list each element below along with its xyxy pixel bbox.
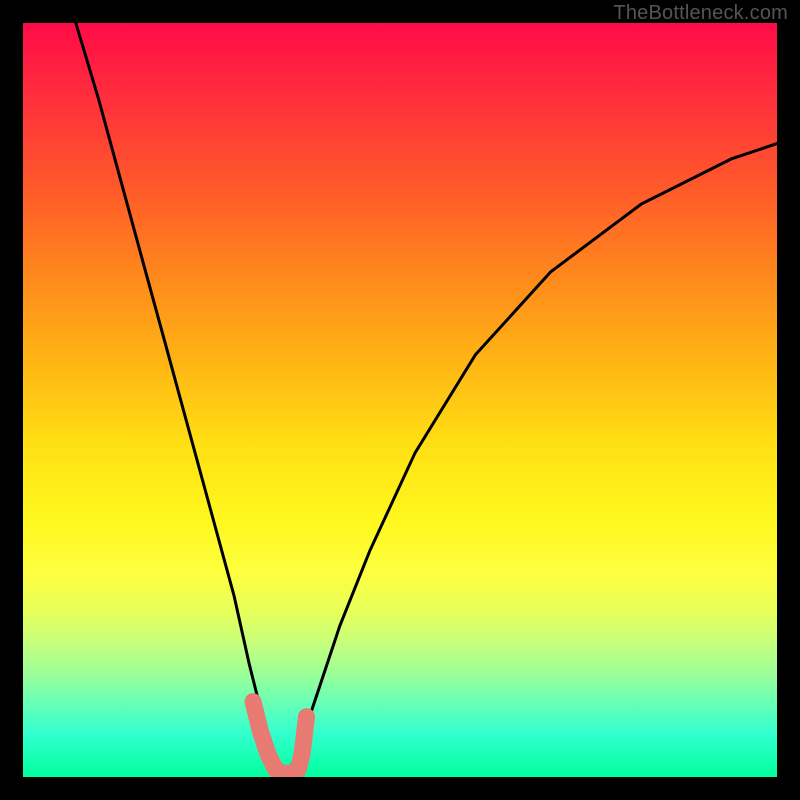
curve-svg (23, 23, 777, 777)
plot-area (23, 23, 777, 777)
highlight-segment (253, 702, 307, 774)
watermark-text: TheBottleneck.com (613, 2, 788, 25)
chart-frame: TheBottleneck.com (0, 0, 800, 800)
bottleneck-curve (76, 23, 777, 770)
